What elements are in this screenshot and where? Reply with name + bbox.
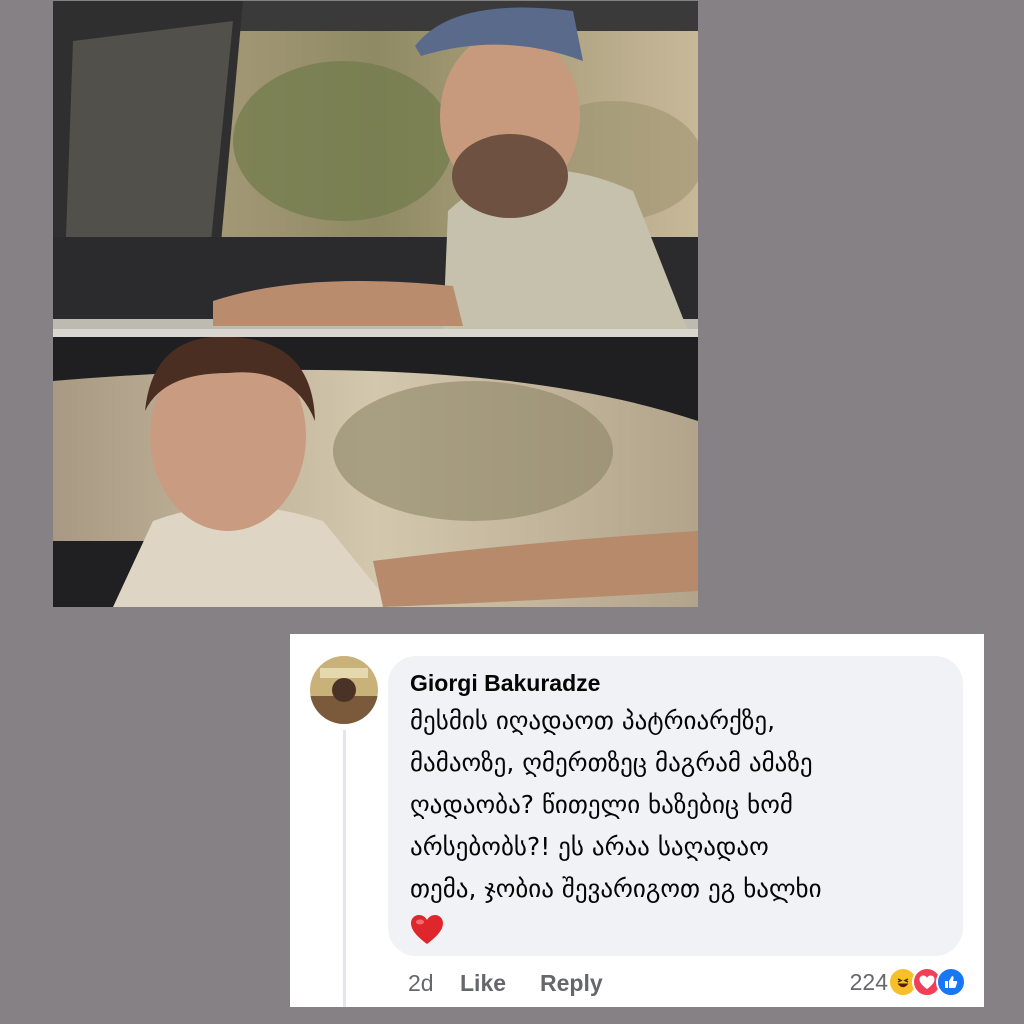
comment-actions: 2d Like Reply [408, 968, 637, 998]
top-panel [53, 1, 698, 331]
comment-timestamp[interactable]: 2d [408, 970, 460, 997]
heart-emoji-icon [410, 914, 444, 950]
avatar[interactable] [310, 656, 378, 724]
comment-text: მესმის იღადაოთ პატრიარქზე, მამაოზე, ღმერ… [410, 706, 822, 903]
thread-line [343, 730, 346, 1007]
like-button[interactable]: Like [460, 970, 506, 997]
bottom-panel [53, 336, 698, 607]
like-icon [936, 967, 966, 997]
comment-card: Giorgi Bakuradze მესმის იღადაოთ პატრიარქ… [290, 634, 984, 1007]
reply-button[interactable]: Reply [540, 970, 603, 997]
reaction-count: 224 [849, 968, 888, 995]
comment-bubble: Giorgi Bakuradze მესმის იღადაოთ პატრიარქ… [388, 656, 963, 956]
meme-image [53, 1, 698, 607]
author-name[interactable]: Giorgi Bakuradze [410, 668, 941, 698]
reaction-summary[interactable]: 224 [850, 966, 966, 998]
